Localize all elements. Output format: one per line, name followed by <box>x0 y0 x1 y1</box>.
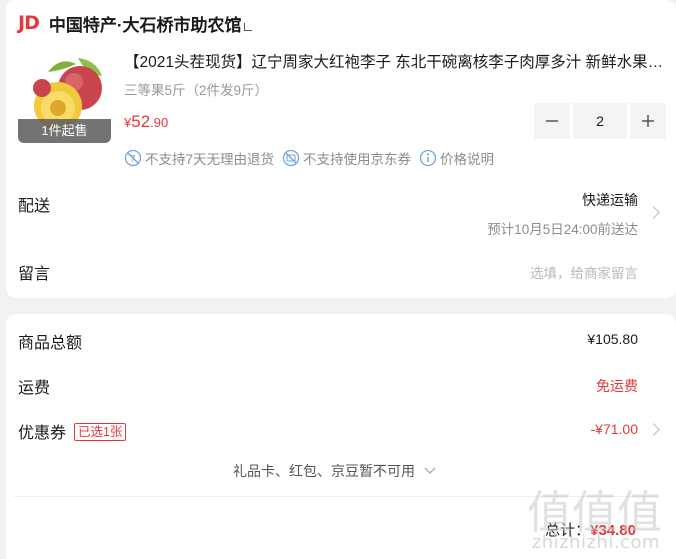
shop-name[interactable]: 中国特产·大石桥市助农馆 <box>49 11 242 36</box>
message-label: 留言 <box>18 266 51 283</box>
product-image[interactable]: 1件起售 <box>18 50 111 143</box>
product-spec[interactable]: 三等果5斤（2件发9斤） <box>124 79 268 99</box>
shipping-value: 免运费 <box>596 378 638 394</box>
notice-no-return-label: 不支持7天无理由退货 <box>145 152 275 167</box>
coupon-row[interactable]: 优惠券 已选1张 <box>18 419 127 443</box>
delivery-eta[interactable]: 预计10月5日24:00前送达 <box>487 218 638 238</box>
no-return-icon: 7 <box>124 149 142 167</box>
price-integer: 52 <box>131 112 151 131</box>
coupon-selected-tag: 已选1张 <box>74 423 127 441</box>
service-notices: 7 不支持7天无理由退货 不支持使用京东券 价格说明 <box>124 148 502 168</box>
product-title[interactable]: 【2021头茬现货】辽宁周家大红袍李子 东北干碗离核李子肉厚多汁 新鲜水果现摘现… <box>124 50 670 72</box>
no-coupon-icon <box>282 149 300 167</box>
delivery-method[interactable]: 快递运输 <box>582 190 638 210</box>
unavailable-label: 礼品卡、红包、京豆暂不可用 <box>233 463 416 479</box>
watermark-url: zhizhizhi.com <box>531 532 660 553</box>
minus-icon <box>546 120 558 122</box>
increase-button[interactable] <box>630 103 666 139</box>
watermark: 值值值 zhizhizhi.com <box>524 476 670 558</box>
message-input[interactable]: 选填，给商家留言 <box>530 262 638 282</box>
price-info-label[interactable]: 价格说明 <box>440 148 494 168</box>
goods-total-value: ¥105.80 <box>587 331 638 347</box>
delivery-label: 配送 <box>18 198 51 215</box>
min-order-badge: 1件起售 <box>18 119 111 143</box>
chevron-down-icon <box>424 467 436 474</box>
coupon-value[interactable]: -¥71.00 <box>591 421 638 437</box>
jd-logo: JD <box>18 12 40 34</box>
plus-icon <box>642 115 654 127</box>
price-decimal: .90 <box>150 115 169 130</box>
quantity-value[interactable]: 2 <box>573 103 627 139</box>
coupon-label: 优惠券 <box>18 425 67 442</box>
order-card: JD 中国特产·大石桥市助农馆 1件起售 【2021头茬现货】辽宁周家大红袍李子… <box>6 0 676 298</box>
quantity-stepper: 2 <box>534 103 666 139</box>
product-price: ¥52.90 <box>124 112 168 132</box>
shipping-label: 运费 <box>18 380 51 397</box>
notice-no-coupon: 不支持使用京东券 <box>282 148 411 168</box>
chevron-right-icon[interactable] <box>647 206 660 219</box>
notice-no-return: 7 不支持7天无理由退货 <box>124 148 274 168</box>
notice-no-coupon-label: 不支持使用京东券 <box>303 152 412 167</box>
decrease-button[interactable] <box>534 103 570 139</box>
shop-arrow-icon <box>243 23 252 31</box>
info-icon <box>419 149 437 167</box>
price-info-link[interactable]: 价格说明 <box>419 148 494 168</box>
goods-total-label: 商品总额 <box>18 335 83 352</box>
shop-header[interactable]: JD 中国特产·大石桥市助农馆 <box>18 10 252 36</box>
